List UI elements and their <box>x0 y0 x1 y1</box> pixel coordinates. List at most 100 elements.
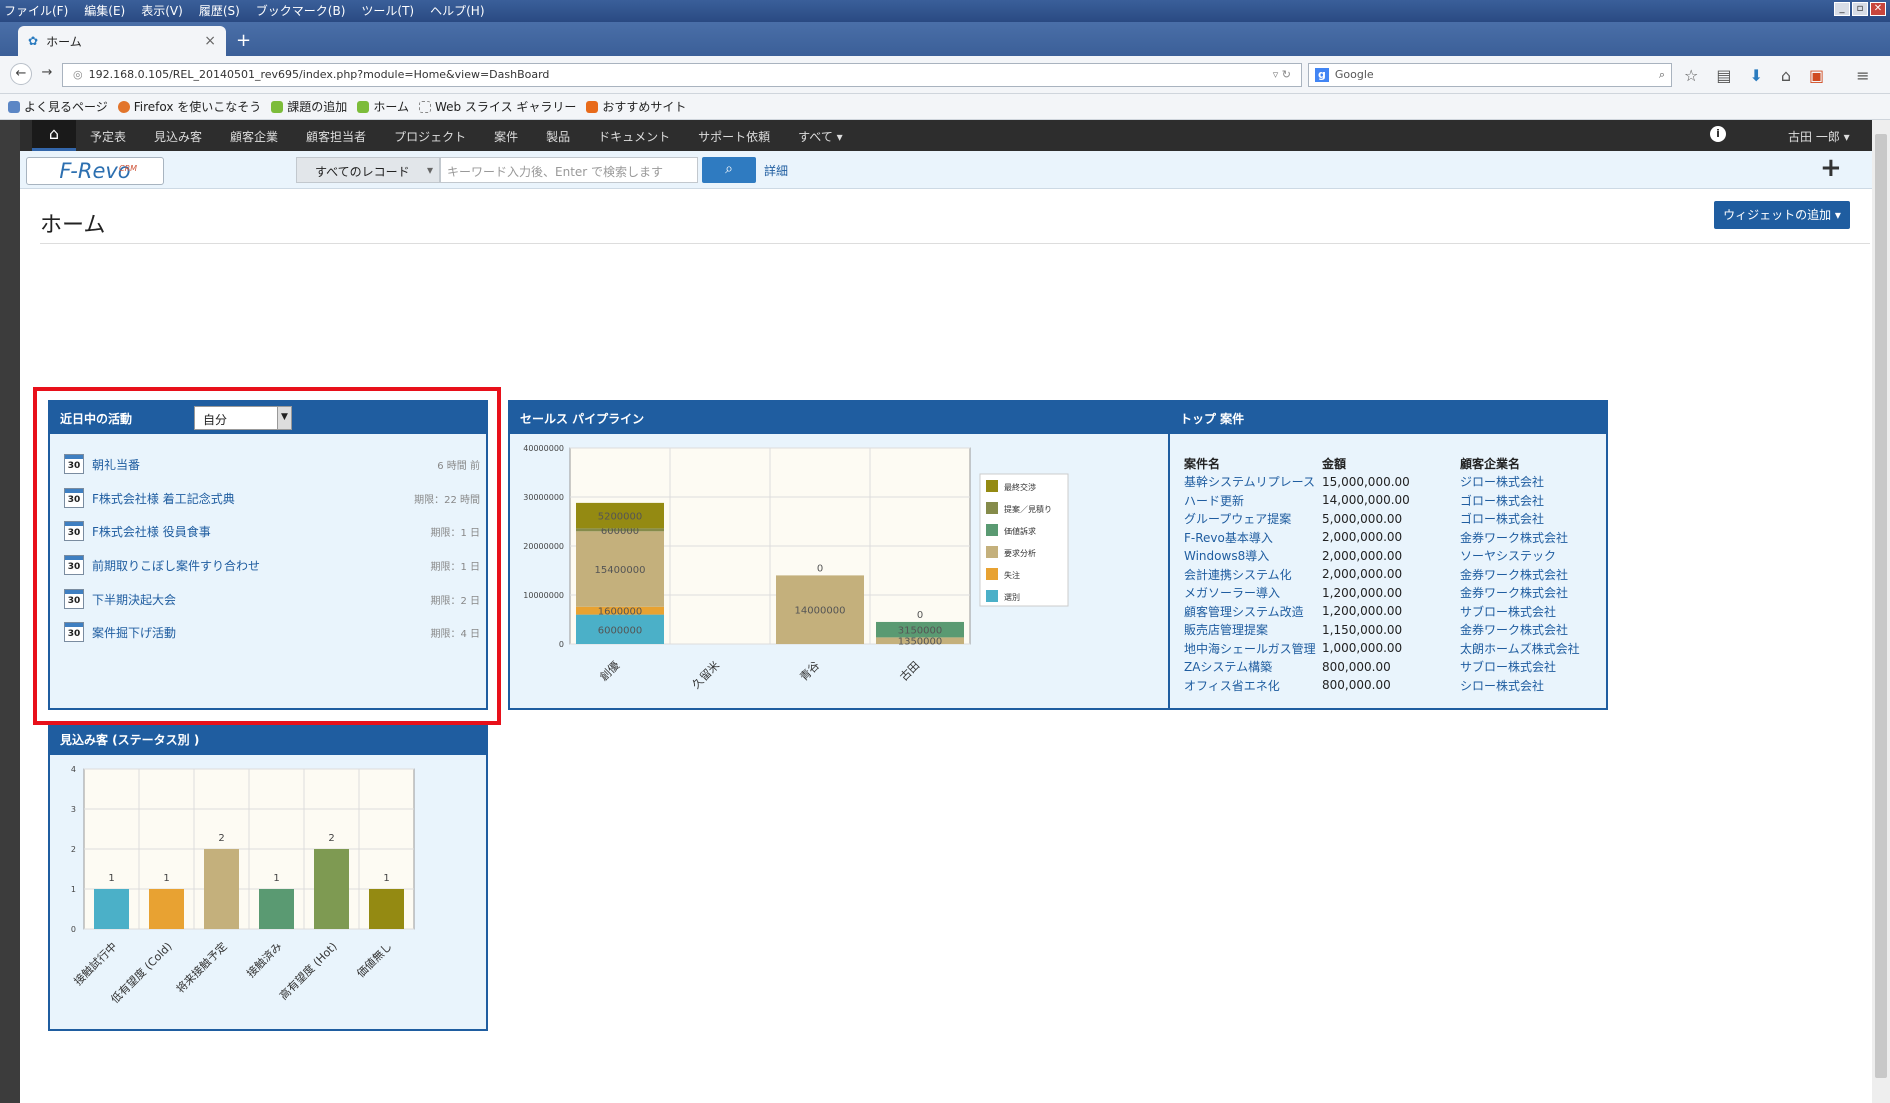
browser-tab-home[interactable]: ✿ ホーム × <box>18 26 226 56</box>
deal-name-cell[interactable]: メガソーラー導入 <box>1184 584 1322 601</box>
bookmark-firefox[interactable]: Firefox を使いこなそう <box>117 98 261 115</box>
info-icon[interactable]: i <box>1710 126 1726 142</box>
browser-search-placeholder: Google <box>1334 68 1374 81</box>
keyword-search-input[interactable]: キーワード入力後、Enter で検索します <box>440 157 698 183</box>
advanced-search-link[interactable]: 詳細 <box>764 162 788 179</box>
addon-icon[interactable]: ▣ <box>1809 66 1824 85</box>
table-row[interactable]: 基幹システムリプレース 15,000,000.00 ジロー株式会社 <box>1184 473 1580 492</box>
deal-name-cell[interactable]: ZAシステム構築 <box>1184 658 1322 675</box>
table-header-row: 案件名 金額 顧客企業名 <box>1184 454 1580 473</box>
search-icon[interactable]: ⌕ <box>1659 68 1665 82</box>
user-menu[interactable]: 古田 一郎 ▾ <box>1788 128 1850 145</box>
forward-icon[interactable]: → <box>36 63 58 85</box>
deal-name-cell[interactable]: オフィス省エネ化 <box>1184 677 1322 694</box>
deal-name-cell[interactable]: 会計連携システム化 <box>1184 566 1322 583</box>
deal-name-cell[interactable]: F-Revo基本導入 <box>1184 529 1322 546</box>
menu-view[interactable]: 表示(V) <box>141 2 183 19</box>
close-tab-icon[interactable]: × <box>204 33 216 49</box>
deal-name-cell[interactable]: ハード更新 <box>1184 492 1322 509</box>
menu-edit[interactable]: 編集(E) <box>84 2 125 19</box>
table-row[interactable]: 販売店管理提案 1,150,000.00 金券ワーク株式会社 <box>1184 621 1580 640</box>
tab-favicon-icon: ✿ <box>28 34 39 48</box>
deal-name-cell[interactable]: グループウェア提案 <box>1184 510 1322 527</box>
add-widget-button[interactable]: ウィジェットの追加 ▾ <box>1714 201 1850 229</box>
bar <box>369 889 404 929</box>
nav-documents[interactable]: ドキュメント <box>598 128 670 145</box>
table-row[interactable]: メガソーラー導入 1,200,000.00 金券ワーク株式会社 <box>1184 584 1580 603</box>
amount-cell: 1,200,000.00 <box>1322 585 1403 600</box>
nav-support[interactable]: サポート依頼 <box>698 128 770 145</box>
account-name-cell[interactable]: 金券ワーク株式会社 <box>1460 621 1568 638</box>
account-name-cell[interactable]: ゴロー株式会社 <box>1460 492 1544 509</box>
google-icon: g <box>1315 68 1329 82</box>
account-name-cell[interactable]: ジロー株式会社 <box>1460 473 1544 490</box>
nav-projects[interactable]: プロジェクト <box>394 128 466 145</box>
bookmark-home[interactable]: ホーム <box>357 98 409 115</box>
account-name-cell[interactable]: 金券ワーク株式会社 <box>1460 566 1568 583</box>
nav-calendar[interactable]: 予定表 <box>90 128 126 145</box>
url-bar[interactable]: ◎ 192.168.0.105/REL_20140501_rev695/inde… <box>62 63 1302 87</box>
page-scrollbar[interactable] <box>1872 120 1890 1103</box>
app-home-icon[interactable]: ⌂ <box>32 120 76 151</box>
nav-deals[interactable]: 案件 <box>494 128 518 145</box>
deal-name-cell[interactable]: 販売店管理提案 <box>1184 621 1322 638</box>
back-icon[interactable]: ← <box>10 63 32 85</box>
account-name-cell[interactable]: 太朗ホームズ株式会社 <box>1460 640 1580 657</box>
bookmark-web-slice[interactable]: Web スライス ギャラリー <box>418 98 576 115</box>
nav-all[interactable]: すべて ▾ <box>798 128 843 145</box>
minimize-button[interactable]: _ <box>1834 2 1850 16</box>
nav-leads[interactable]: 見込み客 <box>154 128 202 145</box>
bookmark-star-icon[interactable]: ☆ <box>1684 66 1698 85</box>
nav-contacts[interactable]: 顧客担当者 <box>306 128 366 145</box>
download-icon[interactable]: ⬇ <box>1749 66 1762 85</box>
deal-name-cell[interactable]: 基幹システムリプレース <box>1184 473 1322 490</box>
account-name-cell[interactable]: 金券ワーク株式会社 <box>1460 529 1568 546</box>
search-button[interactable]: ⌕ <box>702 157 756 183</box>
deal-name-cell[interactable]: 顧客管理システム改造 <box>1184 603 1322 620</box>
account-name-cell[interactable]: サブロー株式会社 <box>1460 658 1556 675</box>
deal-name-cell[interactable]: Windows8導入 <box>1184 547 1322 564</box>
menu-tools[interactable]: ツール(T) <box>361 2 414 19</box>
table-row[interactable]: 地中海シェールガス管理 1,000,000.00 太朗ホームズ株式会社 <box>1184 639 1580 658</box>
browser-search-bar[interactable]: g Google ⌕ <box>1308 63 1672 87</box>
legend-label: 最終交渉 <box>1004 482 1036 492</box>
menu-history[interactable]: 履歴(S) <box>199 2 240 19</box>
close-window-button[interactable]: ✕ <box>1870 2 1886 16</box>
nav-products[interactable]: 製品 <box>546 128 570 145</box>
table-row[interactable]: ハード更新 14,000,000.00 ゴロー株式会社 <box>1184 491 1580 510</box>
table-row[interactable]: F-Revo基本導入 2,000,000.00 金券ワーク株式会社 <box>1184 528 1580 547</box>
bookmark-suggested[interactable]: おすすめサイト <box>586 98 686 115</box>
account-name-cell[interactable]: ゴロー株式会社 <box>1460 510 1544 527</box>
hamburger-menu-icon[interactable]: ≡ <box>1856 66 1869 85</box>
account-name-cell[interactable]: 金券ワーク株式会社 <box>1460 584 1568 601</box>
menu-file[interactable]: ファイル(F) <box>4 2 68 19</box>
nav-accounts[interactable]: 顧客企業 <box>230 128 278 145</box>
quick-create-plus-icon[interactable]: + <box>1820 153 1842 183</box>
logo-sup: CRM <box>119 164 138 173</box>
widget-title: トップ 案件 <box>1180 412 1245 426</box>
menu-help[interactable]: ヘルプ(H) <box>430 2 484 19</box>
table-row[interactable]: 会計連携システム化 2,000,000.00 金券ワーク株式会社 <box>1184 565 1580 584</box>
deal-name-cell[interactable]: 地中海シェールガス管理 <box>1184 640 1322 657</box>
reload-icon[interactable]: ▿ ↻ <box>1273 68 1291 82</box>
maximize-button[interactable]: ▫ <box>1852 2 1868 16</box>
web-slice-icon <box>418 100 431 113</box>
table-row[interactable]: Windows8導入 2,000,000.00 ソーヤシステック <box>1184 547 1580 566</box>
scrollbar-thumb[interactable] <box>1875 134 1887 1078</box>
table-row[interactable]: 顧客管理システム改造 1,200,000.00 サブロー株式会社 <box>1184 602 1580 621</box>
account-name-cell[interactable]: シロー株式会社 <box>1460 677 1544 694</box>
account-name-cell[interactable]: ソーヤシステック <box>1460 547 1556 564</box>
new-tab-icon[interactable]: + <box>236 30 251 51</box>
home-icon[interactable]: ⌂ <box>1781 66 1791 85</box>
reading-list-icon[interactable]: ▤ <box>1716 66 1731 85</box>
search-scope-select[interactable]: すべてのレコード <box>296 157 440 183</box>
table-row[interactable]: グループウェア提案 5,000,000.00 ゴロー株式会社 <box>1184 510 1580 529</box>
bookmark-most-visited[interactable]: よく見るページ <box>8 98 108 115</box>
data-label: 3150000 <box>898 626 943 637</box>
bookmark-add-task[interactable]: 課題の追加 <box>271 98 347 115</box>
table-row[interactable]: オフィス省エネ化 800,000.00 シロー株式会社 <box>1184 676 1580 695</box>
menu-bookmarks[interactable]: ブックマーク(B) <box>256 2 346 19</box>
account-name-cell[interactable]: サブロー株式会社 <box>1460 603 1556 620</box>
app-logo[interactable]: F-Revo CRM <box>26 157 164 185</box>
table-row[interactable]: ZAシステム構築 800,000.00 サブロー株式会社 <box>1184 658 1580 677</box>
